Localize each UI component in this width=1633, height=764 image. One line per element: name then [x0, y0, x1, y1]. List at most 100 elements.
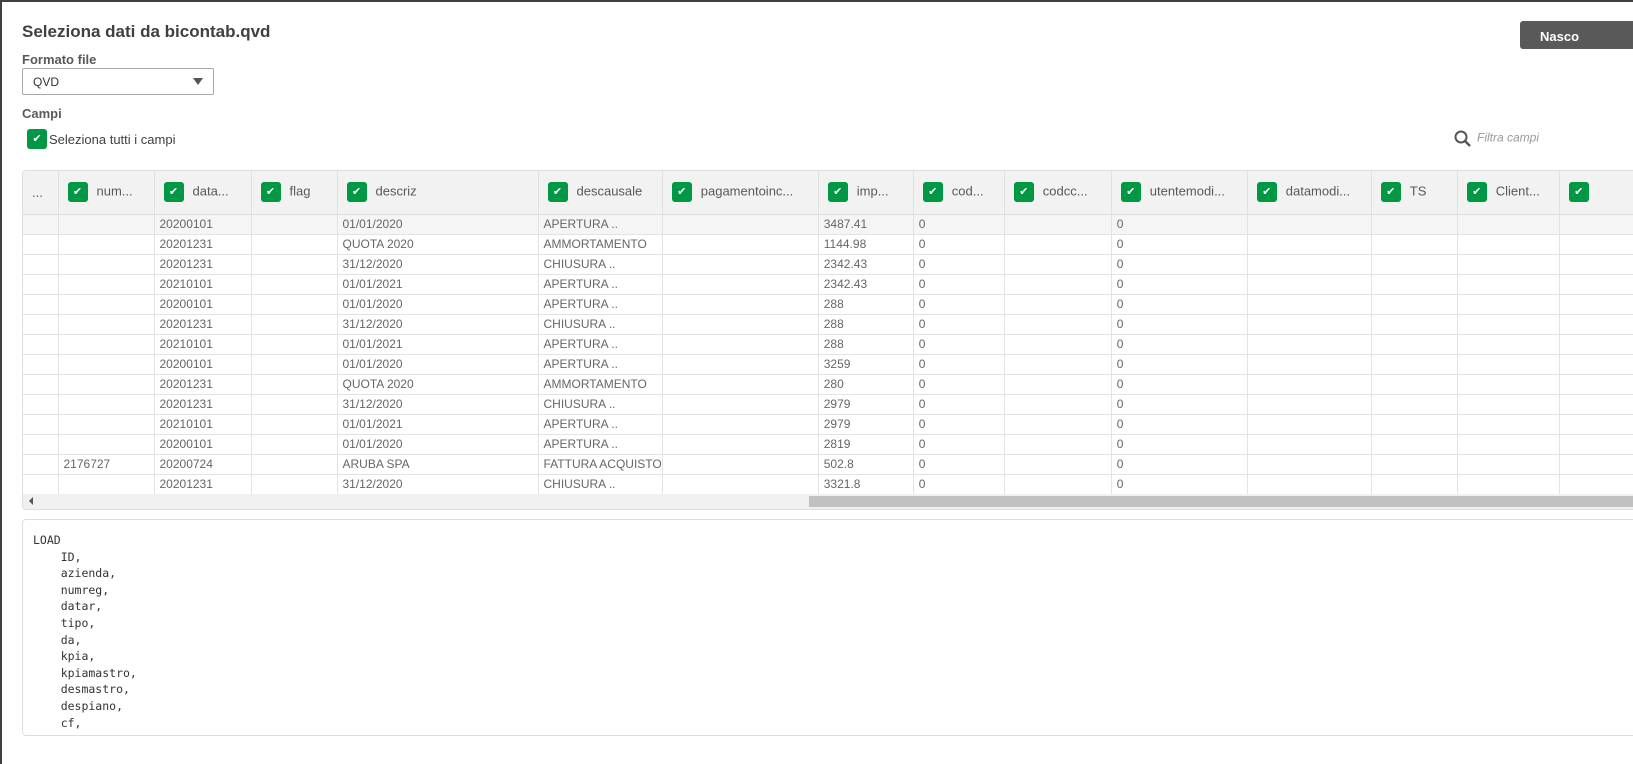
- table-cell: APERTURA ..: [538, 294, 663, 315]
- filter-placeholder: Filtra campi: [1477, 130, 1540, 145]
- column-header[interactable]: ...: [23, 171, 59, 215]
- table-cell: [251, 274, 338, 295]
- column-label: data...: [192, 183, 229, 199]
- column-label: num...: [96, 183, 133, 199]
- table-cell: 0: [1111, 214, 1248, 235]
- table-cell: [1371, 214, 1458, 235]
- table-cell: [1247, 374, 1372, 395]
- table-cell: [251, 234, 338, 255]
- table-row: 20210101 01/01/2021 APERTURA .. 288 0 0: [23, 334, 1633, 355]
- field-checkbox[interactable]: ✔: [671, 182, 692, 203]
- table-cell: 1144.98: [818, 234, 914, 255]
- column-label: flag: [289, 183, 311, 199]
- field-checkbox[interactable]: ✔: [827, 182, 848, 203]
- field-checkbox[interactable]: ✔: [163, 182, 184, 203]
- column-header[interactable]: ✔ codcc...: [1004, 171, 1112, 215]
- table-cell: QUOTA 2020: [337, 234, 539, 255]
- column-header[interactable]: ✔ num...: [58, 171, 155, 215]
- table-cell: 0: [913, 234, 1005, 255]
- column-header[interactable]: ✔ descriz: [337, 171, 539, 215]
- table-cell: [1247, 314, 1372, 335]
- table-cell: 31/12/2020: [337, 254, 539, 275]
- field-checkbox[interactable]: ✔: [1466, 182, 1487, 203]
- table-cell: [1247, 294, 1372, 315]
- script-line: kpiamastro,: [33, 665, 137, 680]
- table-cell: 0: [1111, 394, 1248, 415]
- table-cell: [1457, 454, 1560, 475]
- column-label: datamodi...: [1285, 183, 1351, 199]
- field-checkbox[interactable]: ✔: [1120, 182, 1141, 203]
- table-cell: 20200101: [154, 214, 252, 235]
- table-cell: 0: [913, 434, 1005, 455]
- table-cell: [1371, 414, 1458, 435]
- field-checkbox[interactable]: ✔: [922, 182, 943, 203]
- table-cell: [1371, 294, 1458, 315]
- table-cell: APERTURA ..: [538, 434, 663, 455]
- table-cell: [1457, 374, 1560, 395]
- table-cell: [1559, 334, 1633, 355]
- field-checkbox[interactable]: ✔: [547, 182, 568, 203]
- load-script-editor[interactable]: LOAD ID, azienda, numreg, datar, tipo, d…: [22, 519, 1633, 736]
- column-header[interactable]: ✔ data...: [154, 171, 252, 215]
- column-header[interactable]: ✔ Client...: [1457, 171, 1560, 215]
- field-checkbox[interactable]: ✔: [1380, 182, 1401, 203]
- table-cell: [1457, 354, 1560, 375]
- table-cell: [1004, 234, 1112, 255]
- table-cell: [1247, 394, 1372, 415]
- table-cell: [1371, 254, 1458, 275]
- table-cell: ARUBA SPA: [337, 454, 539, 475]
- table-cell: [23, 294, 59, 315]
- field-checkbox[interactable]: ✔: [1013, 182, 1034, 203]
- table-row: 20201231 QUOTA 2020 AMMORTAMENTO 1144.98 0 0: [23, 234, 1633, 255]
- column-header[interactable]: ✔ flag: [251, 171, 338, 215]
- select-all-checkbox[interactable]: ✔ Seleziona tutti i campi: [27, 129, 175, 149]
- table-cell: [23, 434, 59, 455]
- table-cell: [251, 454, 338, 475]
- field-checkbox[interactable]: ✔: [67, 182, 88, 203]
- hide-button[interactable]: Nasco: [1520, 21, 1633, 49]
- table-cell: 20200101: [154, 354, 252, 375]
- column-header[interactable]: ✔ imp...: [818, 171, 914, 215]
- table-cell: [58, 414, 155, 435]
- table-cell: 20201231: [154, 234, 252, 255]
- table-cell: 01/01/2020: [337, 434, 539, 455]
- table-cell: [1559, 214, 1633, 235]
- field-checkbox[interactable]: ✔: [260, 182, 281, 203]
- column-header[interactable]: ✔ datamodi...: [1247, 171, 1372, 215]
- format-select[interactable]: QVD: [22, 68, 214, 95]
- horizontal-scrollbar[interactable]: [23, 494, 1633, 509]
- column-header[interactable]: ✔ cod...: [913, 171, 1005, 215]
- table-cell: [1559, 314, 1633, 335]
- table-cell: [1371, 314, 1458, 335]
- column-header[interactable]: ✔ pagamentoinc...: [662, 171, 819, 215]
- table-cell: [23, 454, 59, 475]
- field-checkbox[interactable]: ✔: [346, 182, 367, 203]
- table-cell: 288: [818, 314, 914, 335]
- table-cell: [1457, 434, 1560, 455]
- table-cell: [1371, 454, 1458, 475]
- table-row: 20201231 31/12/2020 CHIUSURA .. 2979 0 0: [23, 394, 1633, 415]
- filter-fields-input[interactable]: Filtra campi: [1454, 130, 1539, 147]
- column-header[interactable]: ✔ utentemodi...: [1111, 171, 1248, 215]
- table-row: 20210101 01/01/2021 APERTURA .. 2979 0 0: [23, 414, 1633, 435]
- column-header[interactable]: ✔ TS: [1371, 171, 1458, 215]
- format-label: Formato file: [22, 52, 97, 67]
- table-row: 20201231 QUOTA 2020 AMMORTAMENTO 280 0 0: [23, 374, 1633, 395]
- table-cell: [251, 434, 338, 455]
- table-cell: 0: [1111, 234, 1248, 255]
- table-cell: [662, 274, 819, 295]
- table-cell: 0: [1111, 414, 1248, 435]
- table-cell: [1371, 394, 1458, 415]
- table-cell: [662, 414, 819, 435]
- table-cell: [23, 334, 59, 355]
- scrollbar-thumb[interactable]: [809, 496, 1633, 507]
- field-checkbox[interactable]: ✔: [1256, 182, 1277, 203]
- table-cell: [58, 274, 155, 295]
- column-header[interactable]: ✔: [1559, 171, 1633, 215]
- scroll-left-icon[interactable]: [29, 497, 33, 505]
- table-cell: [662, 354, 819, 375]
- field-checkbox[interactable]: ✔: [1568, 182, 1589, 203]
- script-line: datar,: [33, 599, 103, 614]
- table-cell: [1247, 414, 1372, 435]
- column-header[interactable]: ✔ descausale: [538, 171, 663, 215]
